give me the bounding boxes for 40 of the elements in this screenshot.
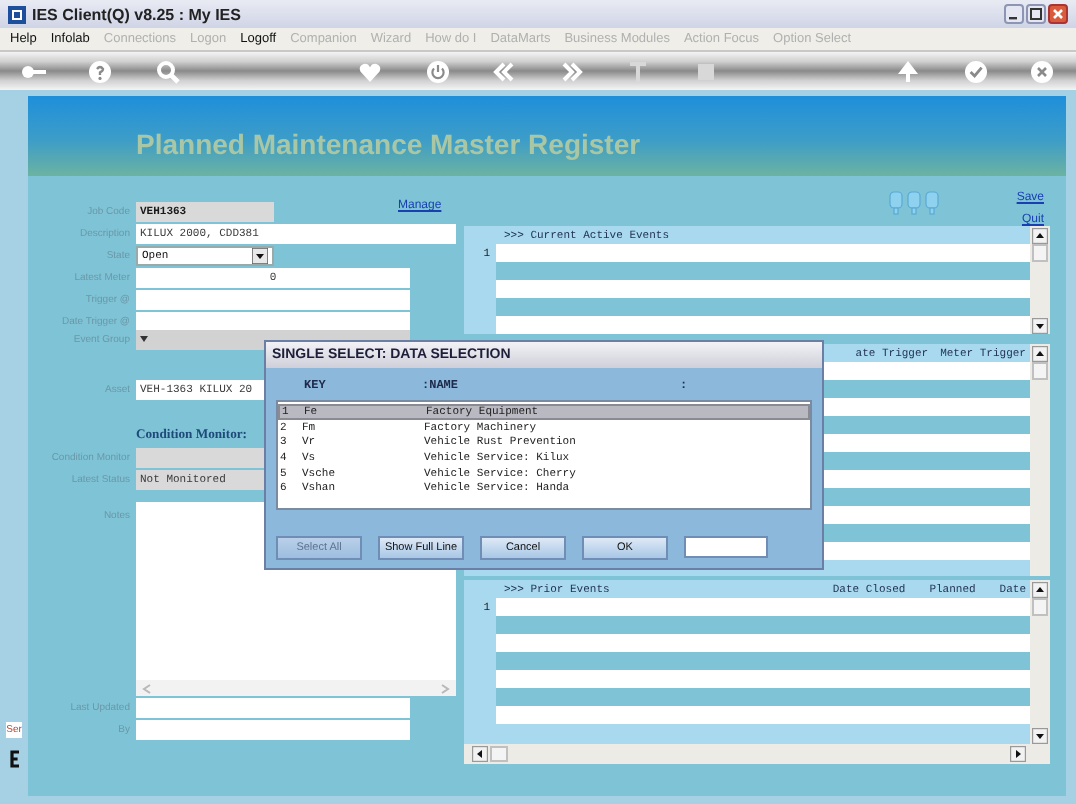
- scroll-thumb[interactable]: [490, 746, 508, 762]
- input-field[interactable]: [136, 698, 410, 718]
- fast-forward-icon[interactable]: [559, 59, 584, 83]
- input-field[interactable]: [136, 311, 410, 331]
- power-icon[interactable]: [425, 59, 450, 83]
- scroll-up-icon[interactable]: [1032, 582, 1048, 598]
- app-icon: [8, 5, 26, 23]
- close-icon[interactable]: [1030, 59, 1055, 83]
- window-title: IES Client(Q) v8.25 : My IES: [32, 5, 241, 23]
- dropdown-icon[interactable]: [252, 247, 268, 263]
- maximize-icon[interactable]: [1026, 4, 1046, 24]
- people-icon[interactable]: [888, 188, 941, 216]
- scroll-thumb[interactable]: [1032, 598, 1048, 616]
- search-icon[interactable]: [156, 59, 181, 83]
- scroll-right-icon[interactable]: [1010, 746, 1026, 762]
- scrollbar[interactable]: [1030, 226, 1050, 334]
- rewind-icon[interactable]: [492, 59, 517, 83]
- scrollbar[interactable]: [1030, 344, 1050, 576]
- scroll-thumb[interactable]: [1032, 244, 1048, 262]
- help-icon[interactable]: [88, 59, 113, 83]
- close-icon[interactable]: [1048, 4, 1068, 24]
- input-field[interactable]: [136, 720, 410, 740]
- e-shape-icon[interactable]: [9, 750, 19, 768]
- minimize-icon[interactable]: [1004, 4, 1024, 24]
- scrollbar[interactable]: [1030, 580, 1050, 744]
- scroll-thumb[interactable]: [1032, 362, 1048, 380]
- scroll-up-icon[interactable]: [1032, 346, 1048, 362]
- input-field[interactable]: [136, 289, 410, 309]
- scroll-left-icon[interactable]: [472, 746, 488, 762]
- stop-icon[interactable]: [694, 59, 719, 83]
- caret-icon: [140, 336, 148, 342]
- check-icon[interactable]: [963, 59, 988, 83]
- input-field[interactable]: [684, 536, 768, 558]
- scroll-down-icon[interactable]: [1032, 318, 1048, 334]
- scroll-down-icon[interactable]: [1032, 728, 1048, 744]
- scroll-up-icon[interactable]: [1032, 228, 1048, 244]
- t-shape-icon[interactable]: [626, 59, 651, 83]
- heart-icon[interactable]: [357, 59, 382, 83]
- page-title: Planned Maintenance Master Register: [136, 128, 641, 160]
- scrollbar[interactable]: [464, 744, 1050, 764]
